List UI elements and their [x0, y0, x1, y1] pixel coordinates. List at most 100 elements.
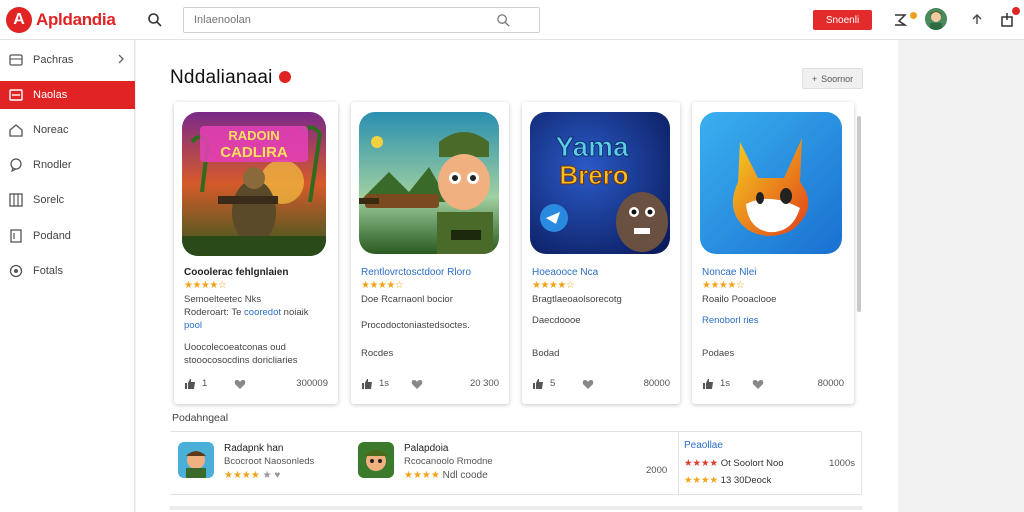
app-title[interactable]: Rentlovrctosctdoor Rloro	[361, 267, 471, 278]
rating-stars: ★★★★☆	[702, 280, 745, 291]
sidebar-item-naolas[interactable]: Naolas	[0, 81, 135, 109]
list-item-title[interactable]: Radapnk han	[224, 443, 284, 454]
sidebar-item-label: Fotals	[33, 265, 63, 277]
app-thumbnail[interactable]	[359, 112, 499, 254]
list-item-title[interactable]: Palapdoia	[404, 443, 448, 454]
commando-avatar-icon	[358, 442, 394, 478]
settings-icon	[9, 264, 23, 278]
logo-mark: A	[6, 7, 32, 33]
search-input[interactable]	[194, 8, 494, 32]
thumbs-up-icon[interactable]	[361, 378, 373, 390]
search-icon[interactable]	[147, 12, 163, 28]
avatar[interactable]	[925, 8, 947, 30]
heart-icon[interactable]	[234, 378, 246, 390]
ratings-row-stars: ★★★★	[684, 458, 719, 469]
sidebar-item-podand[interactable]: Podand	[0, 222, 135, 250]
list-item-thumbnail	[178, 442, 214, 478]
thumbs-up-icon[interactable]	[184, 378, 196, 390]
app-category: Rocdes	[361, 348, 394, 359]
sort-button[interactable]: + Soornor	[802, 68, 863, 89]
sidebar-item-rnodler[interactable]: Rnodler	[0, 151, 135, 179]
list-item-subtitle: Rcocanoolo Rmodne	[404, 456, 493, 467]
app-card[interactable]: Noncae Nlei ★★★★☆ Roailo Pooaclooe Renob…	[692, 102, 854, 404]
upload-icon[interactable]	[968, 11, 986, 29]
app-meta: Doe Rcarnaonl bocior	[361, 294, 453, 305]
app-category: Bodad	[532, 348, 560, 359]
ratings-row: ★★★★ Ot Soolort Noo	[684, 458, 784, 469]
page-margin	[898, 40, 1024, 512]
fox-game-art-icon	[700, 112, 842, 254]
notification-dot	[910, 12, 917, 19]
sidebar-item-label: Podand	[33, 230, 71, 242]
ratings-panel-title[interactable]: Peaollae	[684, 440, 723, 451]
app-description: Uoocolecoeatconas oud	[184, 342, 286, 353]
commando-game-art-icon	[359, 112, 499, 254]
main-content: Nddalianaai + Soornor RADOIN CADLIRA Coo…	[136, 40, 898, 512]
divider	[170, 506, 862, 510]
soldier-avatar-icon	[178, 442, 214, 478]
app-thumbnail[interactable]	[700, 112, 842, 254]
app-description: stooocosocdins doricliaries	[184, 355, 298, 366]
app-logo[interactable]: A Apldandia	[6, 7, 116, 33]
like-count: 1s	[379, 378, 390, 389]
list-item[interactable]: Palapdoia Rcocanoolo Rmodne ★★★★ Ndl coo…	[358, 442, 528, 486]
top-bar: A Apldandia Snoenli	[0, 0, 1024, 40]
app-card[interactable]: Yama Brero Hoeaooce Nca ★★★★☆ Bragtlaeoa…	[522, 102, 680, 404]
list-item[interactable]: Radapnk han Bcocroot Naosonleds ★★★★ ★ ♥	[178, 442, 348, 486]
sidebar-item-fotals[interactable]: Fotals	[0, 257, 135, 285]
heart-icon[interactable]	[752, 378, 764, 390]
like-count: 5	[550, 378, 556, 389]
svg-text:RADOIN: RADOIN	[228, 128, 279, 143]
sidebar-item-noreac[interactable]: Noreac	[0, 116, 135, 144]
chat-icon	[10, 158, 22, 172]
heart-icon[interactable]	[582, 378, 594, 390]
app-meta-link[interactable]: cooredot	[244, 307, 281, 318]
section-heading: Podahngeal	[172, 412, 229, 424]
list-item-subtitle: Bcocroot Naosonleds	[224, 456, 315, 467]
grid-icon	[9, 54, 23, 66]
app-meta-link[interactable]: pool	[184, 320, 202, 331]
download-count: 80000	[817, 378, 844, 389]
list-item-extra: Ndl coode	[442, 470, 488, 481]
app-card[interactable]: RADOIN CADLIRA Cooolerac fehlgnlaien ★★★…	[174, 102, 338, 404]
sort-icon: +	[811, 73, 818, 84]
list-item-thumbnail	[358, 442, 394, 478]
card-footer: 1s 20 300	[361, 378, 499, 392]
ratings-row: ★★★★ 13 30Deock	[684, 475, 771, 486]
yama-brero-game-art-icon: Yama Brero	[530, 112, 670, 254]
app-thumbnail[interactable]: Yama Brero	[530, 112, 670, 254]
home-icon	[9, 124, 23, 137]
sidebar-item-pachras[interactable]: Pachras	[0, 46, 135, 74]
app-card[interactable]: Rentlovrctosctdoor Rloro ★★★★☆ Doe Rcarn…	[351, 102, 509, 404]
sidebar-item-label: Rnodler	[33, 159, 72, 171]
search-submit-icon[interactable]	[496, 13, 511, 28]
download-count: 300009	[296, 378, 328, 389]
card-footer: 5 80000	[532, 378, 670, 392]
download-count: 80000	[643, 378, 670, 389]
app-meta: Semoelteetec Nks	[184, 294, 262, 305]
thumbs-up-icon[interactable]	[702, 378, 714, 390]
heart-icon[interactable]	[411, 378, 423, 390]
download-count: 20 300	[469, 378, 499, 389]
card-footer: 1s 80000	[702, 378, 844, 392]
cards-scrollbar[interactable]	[857, 116, 861, 312]
inbox-badge	[1012, 7, 1020, 15]
app-title[interactable]: Noncae Nlei	[702, 267, 756, 278]
search-bar[interactable]	[183, 7, 540, 33]
page-title: Nddalianaai	[170, 67, 273, 88]
bookmark-icon	[10, 229, 22, 243]
app-thumbnail[interactable]: RADOIN CADLIRA	[182, 112, 326, 256]
thumbs-up-icon[interactable]	[532, 378, 544, 390]
list-icon	[9, 89, 23, 101]
notifications-icon[interactable]	[891, 11, 909, 29]
app-title[interactable]: Cooolerac fehlgnlaien	[184, 267, 288, 278]
app-description: Daecdoooe	[532, 315, 581, 326]
app-title[interactable]: Hoeaooce Nca	[532, 267, 598, 278]
rating-stars: ★★★★☆	[184, 280, 227, 291]
sign-in-button[interactable]: Snoenli	[813, 10, 872, 30]
app-meta-link[interactable]: Renoborl ries	[702, 315, 759, 326]
sidebar-item-sorelc[interactable]: Sorelc	[0, 186, 135, 214]
book-icon	[9, 193, 23, 207]
list-item-stars: ★★★★	[224, 470, 260, 481]
card-footer: 1 300009	[184, 378, 328, 392]
